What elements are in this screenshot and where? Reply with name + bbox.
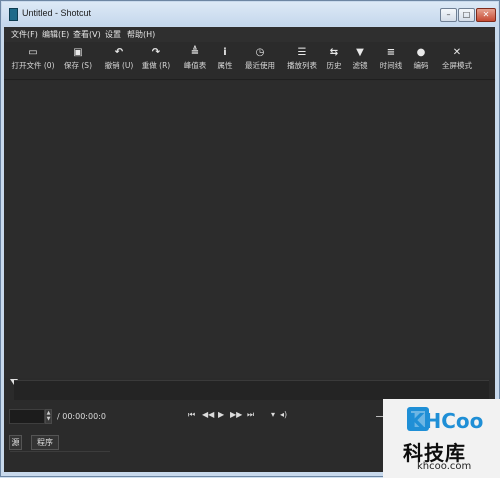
- window-title: Untitled - Shotcut: [22, 8, 92, 18]
- redo-button[interactable]: ↷ 重做 (R): [140, 45, 172, 71]
- properties-button[interactable]: i 属性: [216, 45, 234, 71]
- properties-label: 属性: [217, 61, 233, 70]
- save-icon: ▣: [73, 47, 83, 58]
- close-button[interactable]: ✕: [476, 8, 496, 22]
- video-viewer[interactable]: [4, 81, 495, 378]
- encode-label: 编码: [413, 61, 429, 70]
- svg-text:KHCoo: KHCoo: [409, 409, 483, 433]
- recent-button[interactable]: ◷ 最近使用: [241, 45, 279, 71]
- fullscreen-icon: ✕: [452, 47, 462, 58]
- undo-icon: ↶: [114, 47, 124, 58]
- menu-bar: 文件(F) 编辑(E) 查看(V) 设置 帮助(H): [4, 27, 495, 42]
- app-window: Untitled - Shotcut – □ ✕ 文件(F) 编辑(E) 查看(…: [0, 0, 500, 478]
- minimize-button[interactable]: –: [440, 8, 457, 22]
- timeline-icon: ≡: [386, 47, 396, 58]
- open-file-label: 打开文件 (0): [11, 61, 55, 70]
- playlist-label: 播放列表: [287, 61, 317, 70]
- peak-meter-icon: ≜: [190, 47, 200, 58]
- shotcut-app-icon: [9, 8, 18, 21]
- save-label: 保存 (S): [64, 61, 92, 70]
- peak-meter-button[interactable]: ≜ 峰值表: [181, 45, 209, 71]
- peak-meter-label: 峰值表: [183, 61, 207, 70]
- undo-button[interactable]: ↶ 撤销 (U): [103, 45, 135, 71]
- filters-label: 滤镜: [352, 61, 368, 70]
- fullscreen-label: 全屏模式: [442, 61, 472, 70]
- recent-label: 最近使用: [245, 61, 275, 70]
- tab-program[interactable]: 程序: [31, 435, 59, 450]
- playlist-button[interactable]: ☰ 播放列表: [283, 45, 321, 71]
- filters-button[interactable]: ▼ 滤镜: [350, 45, 370, 71]
- dropdown-icon[interactable]: ▾: [271, 410, 275, 419]
- position-spinner[interactable]: ▲ ▼: [45, 409, 52, 424]
- khcoo-logo: KHCoo: [407, 407, 483, 433]
- info-icon: i: [223, 47, 227, 58]
- play-icon[interactable]: ▶: [218, 410, 224, 419]
- filter-icon: ▼: [356, 47, 364, 58]
- history-label: 历史: [326, 61, 342, 70]
- clock-icon: ◷: [255, 47, 265, 58]
- save-button[interactable]: ▣ 保存 (S): [62, 45, 94, 71]
- title-bar[interactable]: Untitled - Shotcut – □ ✕: [2, 2, 498, 26]
- open-file-button[interactable]: ▭ 打开文件 (0): [11, 45, 55, 71]
- skip-to-start-icon[interactable]: ⏮: [188, 410, 195, 420]
- redo-icon: ↷: [151, 47, 161, 58]
- scrubber-bar[interactable]: [14, 380, 489, 400]
- fullscreen-button[interactable]: ✕ 全屏模式: [438, 45, 476, 71]
- menu-file[interactable]: 文件(F): [11, 29, 38, 40]
- open-folder-icon: ▭: [28, 47, 38, 58]
- maximize-button[interactable]: □: [458, 8, 475, 22]
- encode-button[interactable]: ● 编码: [411, 45, 431, 71]
- khcoo-watermark: KHCoo 科技库 khcoo.com: [383, 399, 500, 478]
- menu-settings[interactable]: 设置: [105, 29, 121, 40]
- timeline-button[interactable]: ≡ 时间线: [376, 45, 406, 71]
- rewind-icon[interactable]: ◀◀: [202, 410, 214, 419]
- duration-timecode: / 00:00:00:0: [57, 412, 106, 421]
- toolbar: ▭ 打开文件 (0) ▣ 保存 (S) ↶ 撤销 (U) ↷ 重做 (R) ≜ …: [4, 42, 495, 80]
- undo-label: 撤销 (U): [104, 61, 134, 70]
- encode-icon: ●: [416, 47, 426, 58]
- history-button[interactable]: ⇆ 历史: [324, 45, 344, 71]
- tab-divider: [10, 451, 110, 452]
- fast-forward-icon[interactable]: ▶▶: [230, 410, 242, 419]
- timeline-label: 时间线: [379, 61, 403, 70]
- tab-source[interactable]: 源: [9, 435, 22, 450]
- menu-help[interactable]: 帮助(H): [127, 29, 155, 40]
- volume-icon[interactable]: ◂): [280, 410, 287, 419]
- menu-edit[interactable]: 编辑(E): [42, 29, 69, 40]
- watermark-url: khcoo.com: [417, 461, 472, 472]
- history-icon: ⇆: [329, 47, 339, 58]
- position-timecode-field[interactable]: [9, 409, 45, 424]
- menu-view[interactable]: 查看(V): [73, 29, 101, 40]
- playlist-icon: ☰: [297, 47, 307, 58]
- skip-to-end-icon[interactable]: ⏭: [247, 410, 254, 420]
- redo-label: 重做 (R): [141, 61, 171, 70]
